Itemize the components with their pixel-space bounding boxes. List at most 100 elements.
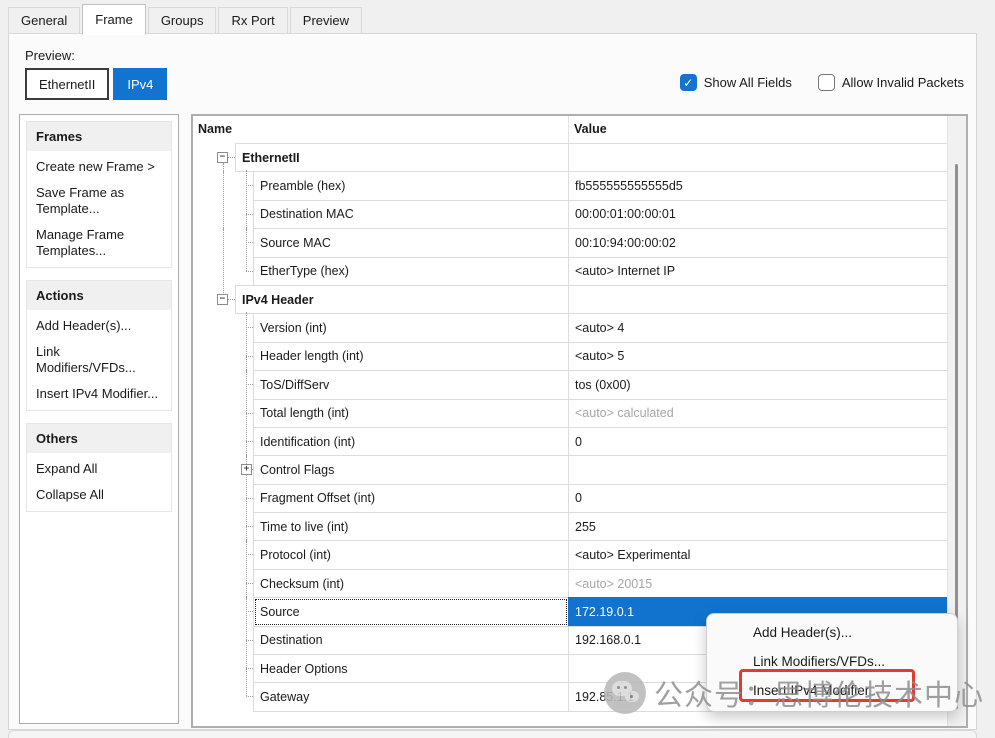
value-cell[interactable]: <auto> Internet IP xyxy=(568,257,948,286)
table-row[interactable]: Total length (int) <auto> calculated xyxy=(193,399,948,428)
context-menu-item[interactable]: Add Header(s)... xyxy=(707,618,957,647)
table-row[interactable]: Preamble (hex) fb555555555555d5 xyxy=(193,171,948,200)
value-cell[interactable]: <auto> 4 xyxy=(568,313,948,342)
name-cell[interactable]: EtherType (hex) xyxy=(253,257,569,286)
tree-elbow xyxy=(246,327,253,328)
preview-protocol-label: IPv4 xyxy=(127,77,153,92)
table-row[interactable]: Checksum (int) <auto> 20015 xyxy=(193,569,948,598)
name-cell[interactable]: Total length (int) xyxy=(253,399,569,428)
field-name: Control Flags xyxy=(260,463,334,477)
field-name: ToS/DiffServ xyxy=(260,378,329,392)
field-value: 00:10:94:00:00:02 xyxy=(575,236,676,250)
table-row[interactable]: Protocol (int) <auto> Experimental xyxy=(193,540,948,569)
name-cell[interactable]: Version (int) xyxy=(253,313,569,342)
preview-protocol-button[interactable]: EthernetII xyxy=(25,68,109,100)
tab[interactable]: Groups xyxy=(148,7,217,34)
field-value: <auto> calculated xyxy=(575,406,674,420)
tree-expander-icon[interactable]: + xyxy=(241,464,252,475)
value-cell[interactable]: 255 xyxy=(568,512,948,541)
tab[interactable]: Frame xyxy=(82,4,146,35)
value-cell[interactable]: 0 xyxy=(568,484,948,513)
name-cell[interactable]: Fragment Offset (int) xyxy=(253,484,569,513)
tree-expander-icon[interactable]: − xyxy=(217,152,228,163)
sidebar-item[interactable]: Expand All xyxy=(27,456,171,482)
value-cell[interactable]: <auto> 20015 xyxy=(568,569,948,598)
name-cell[interactable]: Header length (int) xyxy=(253,342,569,371)
field-name: Header Options xyxy=(260,662,348,676)
sidebar-item[interactable]: Save Frame as Template... xyxy=(27,180,171,222)
value-cell[interactable]: 00:00:01:00:00:01 xyxy=(568,200,948,229)
value-cell[interactable]: 00:10:94:00:00:02 xyxy=(568,228,948,257)
tab-bar: GeneralFrameGroups Rx Port Preview xyxy=(8,5,364,34)
tree-expander-icon[interactable]: − xyxy=(217,294,228,305)
table-row[interactable]: − EthernetII xyxy=(193,143,948,172)
table-row[interactable]: Source MAC 00:10:94:00:00:02 xyxy=(193,228,948,257)
tree-elbow xyxy=(228,157,235,158)
name-cell[interactable]: Identification (int) xyxy=(253,427,569,456)
name-cell[interactable]: Time to live (int) xyxy=(253,512,569,541)
checkbox-option[interactable]: ✓ Allow Invalid Packets xyxy=(818,74,964,91)
tab[interactable]: Rx Port xyxy=(218,7,287,34)
value-cell[interactable] xyxy=(568,143,948,172)
name-cell[interactable]: IPv4 Header xyxy=(235,285,569,314)
checkbox-icon[interactable]: ✓ xyxy=(818,74,835,91)
table-row[interactable]: Destination MAC 00:00:01:00:00:01 xyxy=(193,200,948,229)
value-cell[interactable]: fb555555555555d5 xyxy=(568,171,948,200)
table-row[interactable]: Version (int) <auto> 4 xyxy=(193,313,948,342)
table-row[interactable]: Header length (int) <auto> 5 xyxy=(193,342,948,371)
context-menu-item[interactable]: Insert IPv4 Modifier... xyxy=(707,676,957,705)
field-name: IPv4 Header xyxy=(242,293,314,307)
value-cell[interactable] xyxy=(568,455,948,484)
value-cell[interactable]: <auto> calculated xyxy=(568,399,948,428)
sidebar-item[interactable]: Collapse All xyxy=(27,482,171,508)
table-row[interactable]: + Control Flags xyxy=(193,455,948,484)
sidebar-item[interactable]: Link Modifiers/VFDs... xyxy=(27,339,171,381)
name-cell[interactable]: Destination xyxy=(253,626,569,655)
table-row[interactable]: Identification (int) 0 xyxy=(193,427,948,456)
tab[interactable]: Preview xyxy=(290,7,362,34)
field-value: 172.19.0.1 xyxy=(575,605,634,619)
checkbox-option[interactable]: ✓ Show All Fields xyxy=(680,74,792,91)
name-cell[interactable]: Gateway xyxy=(253,682,569,711)
sidebar-item[interactable]: Create new Frame > xyxy=(27,154,171,180)
sidebar-item[interactable]: Manage Frame Templates... xyxy=(27,222,171,264)
preview-protocol-button[interactable]: IPv4 xyxy=(113,68,167,100)
field-value: 192.85.1.1 xyxy=(575,690,634,704)
context-menu-item-label: Insert IPv4 Modifier... xyxy=(753,683,880,698)
table-row[interactable]: Fragment Offset (int) 0 xyxy=(193,484,948,513)
table-row[interactable]: Time to live (int) 255 xyxy=(193,512,948,541)
name-cell[interactable]: Header Options xyxy=(253,654,569,683)
name-cell[interactable]: Protocol (int) xyxy=(253,540,569,569)
tab[interactable]: General xyxy=(8,7,80,34)
column-separator xyxy=(568,116,569,143)
preview-label: Preview: xyxy=(25,48,75,63)
value-cell[interactable]: <auto> Experimental xyxy=(568,540,948,569)
name-cell[interactable]: Preamble (hex) xyxy=(253,171,569,200)
value-cell[interactable] xyxy=(568,285,948,314)
value-cell[interactable]: <auto> 5 xyxy=(568,342,948,371)
checkbox-icon[interactable]: ✓ xyxy=(680,74,697,91)
name-cell[interactable]: Destination MAC xyxy=(253,200,569,229)
sidebar-item[interactable]: Insert IPv4 Modifier... xyxy=(27,381,171,407)
sidebar-item[interactable]: Add Header(s)... xyxy=(27,313,171,339)
sidebar-item-label: Insert IPv4 Modifier... xyxy=(36,386,158,401)
name-cell[interactable]: EthernetII xyxy=(235,143,569,172)
context-menu-item[interactable]: Link Modifiers/VFDs... xyxy=(707,647,957,676)
table-row[interactable]: − IPv4 Header xyxy=(193,285,948,314)
table-row[interactable]: EtherType (hex) <auto> Internet IP xyxy=(193,257,948,286)
name-cell[interactable]: Checksum (int) xyxy=(253,569,569,598)
name-cell[interactable]: Control Flags xyxy=(253,455,569,484)
tab-label: Rx Port xyxy=(231,13,274,28)
value-cell[interactable]: 0 xyxy=(568,427,948,456)
field-value: <auto> Internet IP xyxy=(575,264,675,278)
tree-elbow xyxy=(228,299,235,300)
field-value: tos (0x00) xyxy=(575,378,631,392)
sidebar-section-items: Add Header(s)...Link Modifiers/VFDs... In… xyxy=(27,310,171,410)
table-row[interactable]: ToS/DiffServ tos (0x00) xyxy=(193,370,948,399)
name-cell[interactable]: Source xyxy=(253,597,569,626)
value-cell[interactable]: tos (0x00) xyxy=(568,370,948,399)
context-menu: Add Header(s)...Link Modifiers/VFDs... In… xyxy=(706,613,958,712)
field-name: EthernetII xyxy=(242,151,300,165)
name-cell[interactable]: ToS/DiffServ xyxy=(253,370,569,399)
name-cell[interactable]: Source MAC xyxy=(253,228,569,257)
